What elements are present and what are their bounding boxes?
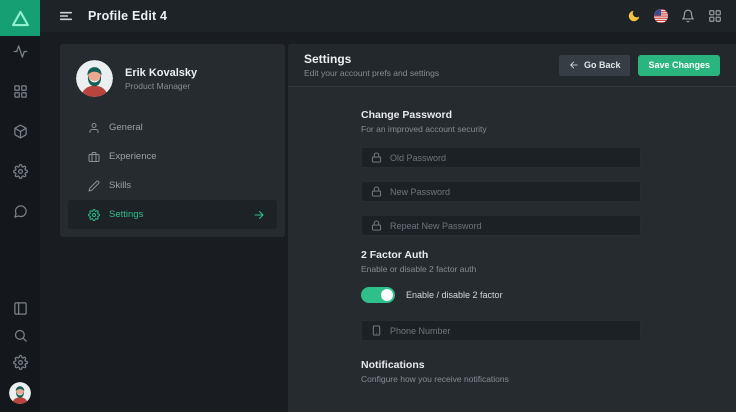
nav-label-experience: Experience [109, 151, 265, 162]
settings-panel: Settings Edit your account prefs and set… [288, 44, 736, 412]
new-password-field[interactable] [361, 181, 641, 202]
rail-activity-button[interactable] [13, 44, 28, 59]
nav-label-skills: Skills [109, 180, 265, 191]
two-factor-toggle-row: Enable / disable 2 factor [361, 287, 720, 303]
chat-icon [13, 204, 28, 219]
language-button[interactable] [654, 9, 668, 23]
gear-icon [13, 164, 28, 179]
two-factor-subtitle: Enable or disable 2 factor auth [361, 264, 720, 274]
two-factor-toggle[interactable] [361, 287, 395, 303]
repeat-password-input[interactable] [390, 221, 631, 231]
rail-primary-nav [13, 36, 28, 219]
user-icon [88, 122, 100, 134]
package-icon [13, 124, 28, 139]
smartphone-icon [371, 325, 382, 336]
gear-icon [13, 355, 28, 370]
notifications-button[interactable] [681, 9, 695, 23]
triangle-logo-icon [10, 8, 31, 29]
nav-label-settings: Settings [109, 209, 244, 220]
settings-header: Settings Edit your account prefs and set… [288, 44, 736, 87]
old-password-input[interactable] [390, 153, 631, 163]
activity-icon [13, 44, 28, 59]
arrow-left-icon [569, 60, 579, 70]
settings-subtitle: Edit your account prefs and settings [304, 68, 439, 78]
new-password-input[interactable] [390, 187, 631, 197]
apps-grid-icon [708, 9, 722, 23]
rail-dashboard-button[interactable] [13, 84, 28, 99]
theme-toggle-button[interactable] [627, 9, 641, 23]
us-flag-icon [654, 9, 668, 23]
moon-icon [627, 9, 641, 23]
repeat-password-field[interactable] [361, 215, 641, 236]
save-changes-button[interactable]: Save Changes [638, 55, 720, 76]
go-back-label: Go Back [584, 60, 621, 70]
topbar-actions [627, 9, 722, 23]
user-avatar-image [9, 382, 31, 404]
rail-products-button[interactable] [13, 124, 28, 139]
change-password-title: Change Password [361, 109, 720, 121]
two-factor-title: 2 Factor Auth [361, 249, 720, 261]
grid-icon [13, 84, 28, 99]
main-column: Profile Edit 4 Erik Kovalsky Product Man… [40, 0, 736, 412]
profile-identity: Erik Kovalsky Product Manager [125, 67, 197, 91]
app-logo[interactable] [0, 0, 40, 36]
profile-summary: Erik Kovalsky Product Manager [60, 44, 285, 111]
profile-nav: General Experience Skills Settings [60, 113, 285, 229]
settings-title: Settings [304, 52, 439, 66]
change-password-subtitle: For an improved account security [361, 124, 720, 134]
briefcase-icon [88, 151, 100, 163]
lock-icon [371, 220, 382, 231]
phone-number-field[interactable] [361, 320, 641, 341]
two-factor-toggle-label: Enable / disable 2 factor [406, 290, 503, 300]
pen-icon [88, 180, 100, 192]
rail-user-avatar[interactable] [9, 382, 31, 404]
settings-header-text: Settings Edit your account prefs and set… [304, 52, 439, 78]
profile-nav-skills[interactable]: Skills [68, 171, 277, 200]
settings-header-actions: Go Back Save Changes [559, 55, 720, 76]
profile-avatar [76, 60, 113, 97]
menu-toggle-button[interactable] [58, 8, 74, 24]
profile-nav-settings[interactable]: Settings [68, 200, 277, 229]
rail-settings-button[interactable] [13, 164, 28, 179]
bell-icon [681, 9, 695, 23]
rail-secondary-nav [9, 301, 31, 412]
lock-icon [371, 152, 382, 163]
profile-name: Erik Kovalsky [125, 67, 197, 79]
phone-number-input[interactable] [390, 326, 631, 336]
old-password-field[interactable] [361, 147, 641, 168]
rail-preferences-button[interactable] [13, 355, 28, 370]
rail-layout-toggle-button[interactable] [13, 301, 28, 316]
rail-messages-button[interactable] [13, 204, 28, 219]
notifications-subtitle: Configure how you receive notifications [361, 374, 720, 384]
settings-body: Change Password For an improved account … [288, 87, 736, 412]
gear-icon [88, 209, 100, 221]
app-window: Profile Edit 4 Erik Kovalsky Product Man… [0, 0, 736, 412]
page-title: Profile Edit 4 [88, 9, 167, 23]
nav-label-general: General [109, 122, 265, 133]
content-area: Erik Kovalsky Product Manager General Ex… [40, 32, 736, 412]
go-back-button[interactable]: Go Back [559, 55, 631, 76]
arrow-right-icon [253, 209, 265, 221]
profile-card: Erik Kovalsky Product Manager General Ex… [60, 44, 285, 237]
notifications-title: Notifications [361, 359, 720, 371]
profile-role: Product Manager [125, 81, 197, 91]
profile-nav-general[interactable]: General [68, 113, 277, 142]
layout-sidebar-icon [13, 301, 28, 316]
topbar: Profile Edit 4 [40, 0, 736, 32]
menu-icon [58, 8, 74, 24]
search-icon [13, 328, 28, 343]
lock-icon [371, 186, 382, 197]
apps-button[interactable] [708, 9, 722, 23]
sidebar-rail [0, 0, 40, 412]
profile-nav-experience[interactable]: Experience [68, 142, 277, 171]
rail-search-button[interactable] [13, 328, 28, 343]
